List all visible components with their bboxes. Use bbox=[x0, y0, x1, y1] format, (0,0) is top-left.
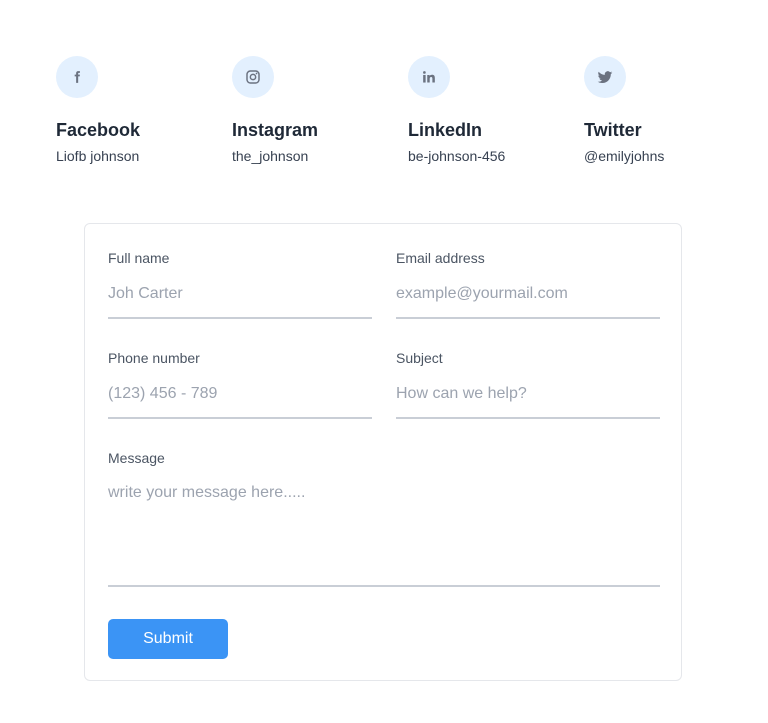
social-facebook[interactable]: Facebook Liofb johnson bbox=[56, 56, 216, 165]
subject-label: Subject bbox=[396, 350, 443, 366]
social-links: Facebook Liofb johnson Instagram the_joh… bbox=[56, 56, 736, 176]
social-handle: be-johnson-456 bbox=[408, 148, 506, 164]
social-handle: the_johnson bbox=[232, 148, 309, 164]
full-name-field: Full name bbox=[108, 249, 372, 319]
social-title: LinkedIn bbox=[408, 120, 483, 140]
email-field: Email address bbox=[396, 249, 660, 319]
subject-field: Subject bbox=[396, 349, 660, 419]
social-title: Instagram bbox=[232, 120, 319, 140]
social-title: Facebook bbox=[56, 120, 141, 140]
facebook-icon[interactable] bbox=[56, 56, 98, 98]
message-field: Message bbox=[108, 449, 660, 587]
social-twitter[interactable]: Twitter @emilyjohns bbox=[584, 56, 744, 165]
full-name-label: Full name bbox=[108, 250, 170, 266]
linkedin-icon[interactable] bbox=[408, 56, 450, 98]
social-handle: Liofb johnson bbox=[56, 148, 140, 164]
message-input[interactable] bbox=[108, 483, 660, 587]
contact-form: Full name Email address Phone number Sub… bbox=[84, 223, 682, 681]
subject-input[interactable] bbox=[396, 381, 660, 419]
message-label: Message bbox=[108, 450, 165, 466]
social-title: Twitter bbox=[584, 120, 642, 140]
email-label: Email address bbox=[396, 250, 485, 266]
phone-input[interactable] bbox=[108, 381, 372, 419]
full-name-input[interactable] bbox=[108, 281, 372, 319]
instagram-icon[interactable] bbox=[232, 56, 274, 98]
phone-field: Phone number bbox=[108, 349, 372, 419]
phone-label: Phone number bbox=[108, 350, 200, 366]
twitter-icon[interactable] bbox=[584, 56, 626, 98]
email-input[interactable] bbox=[396, 281, 660, 319]
social-instagram[interactable]: Instagram the_johnson bbox=[232, 56, 392, 165]
social-linkedin[interactable]: LinkedIn be-johnson-456 bbox=[408, 56, 568, 165]
social-handle: @emilyjohns bbox=[584, 148, 665, 164]
submit-button[interactable]: Submit bbox=[108, 619, 228, 659]
